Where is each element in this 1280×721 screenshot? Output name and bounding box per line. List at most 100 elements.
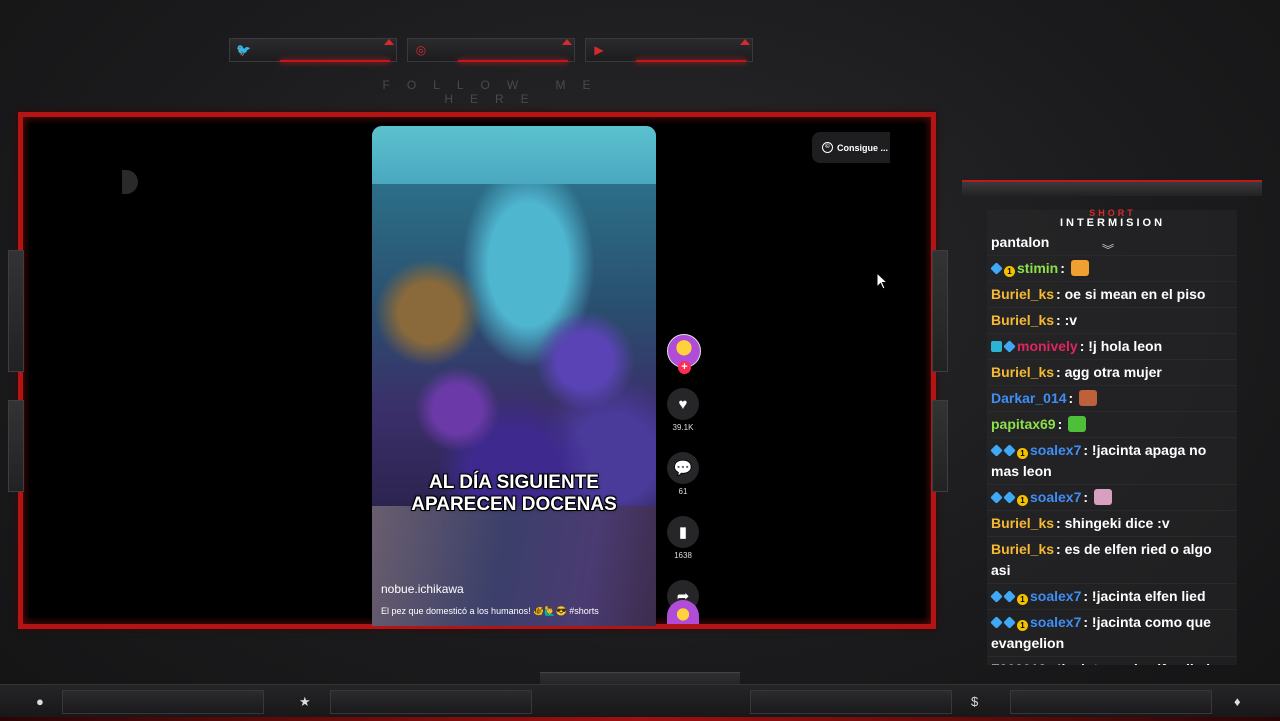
heart-icon[interactable]: ♥ bbox=[667, 388, 699, 420]
frame-side-decoration-left-2 bbox=[8, 400, 24, 492]
sound-avatar[interactable] bbox=[667, 600, 699, 624]
chat-username[interactable]: papitax69 bbox=[991, 416, 1056, 432]
chat-username[interactable]: F202013 bbox=[991, 661, 1046, 665]
dollar-icon[interactable]: $ bbox=[971, 694, 978, 709]
video-top-blur bbox=[372, 126, 656, 184]
blue-badge-icon bbox=[990, 616, 1003, 629]
consigue-button[interactable]: © Consigue ... bbox=[812, 132, 890, 163]
save-action[interactable]: ▮ 1638 bbox=[662, 516, 704, 560]
youtube-icon: ▶ bbox=[594, 43, 604, 57]
chat-text: : agg otra mujer bbox=[1056, 364, 1162, 380]
blue-badge-icon bbox=[1003, 491, 1016, 504]
chat-text: : :v bbox=[1056, 312, 1078, 328]
chat-message: Buriel_ks: :v bbox=[987, 308, 1237, 334]
follow-plus-icon[interactable]: + bbox=[678, 361, 691, 374]
chat-username[interactable]: soalex7 bbox=[1030, 442, 1081, 458]
chat-message: Buriel_ks: agg otra mujer bbox=[987, 360, 1237, 386]
chat-message-list: pantalon 1 stimin: Buriel_ks: oe si mean en… bbox=[987, 230, 1237, 665]
chat-username[interactable]: soalex7 bbox=[1030, 614, 1081, 630]
gold-badge-icon: 1 bbox=[1017, 594, 1028, 605]
chat-message: 1 soalex7: !jacinta apaga no mas leon bbox=[987, 438, 1237, 485]
blue-badge-icon bbox=[990, 590, 1003, 603]
youtube-link[interactable]: ▶ bbox=[585, 38, 753, 62]
frame-side-decoration-right-2 bbox=[932, 400, 948, 492]
chat-text: : bbox=[1060, 260, 1065, 276]
chat-username[interactable]: Buriel_ks bbox=[991, 286, 1054, 302]
underwater-scene bbox=[372, 184, 656, 506]
save-count: 1638 bbox=[674, 551, 692, 560]
corner-decoration bbox=[384, 39, 394, 45]
frame-side-decoration-left bbox=[8, 250, 24, 372]
chat-username[interactable]: Buriel_ks bbox=[991, 364, 1054, 380]
gold-badge-icon: 1 bbox=[1017, 495, 1028, 506]
chat-message: papitax69: bbox=[987, 412, 1237, 438]
consigue-label: Consigue ... bbox=[837, 142, 889, 153]
intermission-banner: SHORT INTERMISION bbox=[990, 208, 1235, 229]
chat-message: Darkar_014: bbox=[987, 386, 1237, 412]
channel-avatar[interactable]: + bbox=[667, 334, 701, 374]
chat-username[interactable]: soalex7 bbox=[1030, 489, 1081, 505]
prime-badge-icon bbox=[991, 341, 1002, 352]
video-caption: AL DÍA SIGUIENTE APARECEN DOCENAS bbox=[372, 472, 656, 516]
follow-me-text: FOLLOW ME HERE bbox=[382, 78, 608, 106]
mouse-cursor-icon bbox=[876, 272, 888, 290]
chevron-down-icon: ︾ bbox=[1102, 243, 1115, 257]
instagram-link[interactable]: ◎ bbox=[407, 38, 575, 62]
like-action[interactable]: ♥ 39.1K bbox=[662, 388, 704, 432]
user-icon[interactable]: ● bbox=[36, 694, 44, 709]
comment-icon[interactable]: 💬 bbox=[667, 452, 699, 484]
chat-text: : !j hola leon bbox=[1079, 338, 1163, 354]
bookmark-icon[interactable]: ▮ bbox=[667, 516, 699, 548]
blue-badge-icon bbox=[1003, 444, 1016, 457]
short-video[interactable]: AL DÍA SIGUIENTE APARECEN DOCENAS nobue.… bbox=[372, 126, 656, 626]
like-count: 39.1K bbox=[672, 423, 694, 432]
chat-message: 1 soalex7: !jacinta como que evangelion bbox=[987, 610, 1237, 657]
consigue-icon: © bbox=[822, 142, 833, 153]
bottom-panel-right bbox=[1010, 690, 1212, 714]
emote-icon bbox=[1068, 416, 1087, 432]
chat-message: F202013: !jacinta es de elfen lied bbox=[987, 657, 1237, 665]
blue-badge-icon bbox=[1003, 590, 1016, 603]
drop-icon[interactable]: ♦ bbox=[1234, 694, 1241, 709]
blue-badge-icon bbox=[990, 491, 1003, 504]
star-icon[interactable]: ★ bbox=[299, 694, 311, 710]
blue-badge-icon bbox=[990, 262, 1003, 275]
emote-icon bbox=[1070, 260, 1089, 276]
chat-panel[interactable]: pantalon 1 stimin: Buriel_ks: oe si mean en… bbox=[987, 210, 1237, 665]
chat-username[interactable]: monively bbox=[1017, 338, 1078, 354]
chat-message: Buriel_ks: shingeki dice :v bbox=[987, 511, 1237, 537]
chat-text: : !jacinta elfen lied bbox=[1083, 588, 1206, 604]
bottom-panel-mid-right bbox=[750, 690, 952, 714]
chat-username[interactable]: Darkar_014 bbox=[991, 390, 1067, 406]
twitter-icon: 🐦 bbox=[236, 43, 251, 57]
chat-text: : shingeki dice :v bbox=[1056, 515, 1170, 531]
chat-text: : !jacinta es de elfen lied bbox=[1048, 661, 1210, 665]
frame-side-decoration-right bbox=[932, 250, 948, 372]
emote-icon bbox=[1079, 390, 1098, 406]
chat-username[interactable]: Buriel_ks bbox=[991, 541, 1054, 557]
corner-decoration bbox=[740, 39, 750, 45]
chat-text: : bbox=[1083, 489, 1089, 505]
blue-badge-icon bbox=[1003, 616, 1016, 629]
chat-username[interactable]: Buriel_ks bbox=[991, 515, 1054, 531]
chat-username[interactable]: soalex7 bbox=[1030, 588, 1081, 604]
comment-action[interactable]: 💬 61 bbox=[662, 452, 704, 496]
chat-username[interactable]: Buriel_ks bbox=[991, 312, 1054, 328]
banner-big-text: INTERMISION bbox=[1059, 217, 1166, 229]
chat-message: 1 soalex7: bbox=[987, 485, 1237, 511]
twitter-link[interactable]: 🐦 bbox=[229, 38, 397, 62]
video-author[interactable]: nobue.ichikawa bbox=[381, 582, 464, 596]
chat-message: 1 stimin: bbox=[987, 256, 1237, 282]
blue-badge-icon bbox=[1003, 340, 1016, 353]
gold-badge-icon: 1 bbox=[1017, 448, 1028, 459]
chat-text: : oe si mean en el piso bbox=[1056, 286, 1206, 302]
accent-line bbox=[458, 60, 568, 62]
comment-count: 61 bbox=[678, 487, 688, 496]
chat-username[interactable]: stimin bbox=[1017, 260, 1058, 276]
chat-text: : bbox=[1057, 416, 1063, 432]
caption-line-1: AL DÍA SIGUIENTE bbox=[429, 472, 599, 493]
caption-line-2: APARECEN DOCENAS bbox=[411, 494, 617, 515]
bottom-accent bbox=[0, 717, 1280, 721]
blue-badge-icon bbox=[990, 444, 1003, 457]
accent-line bbox=[280, 60, 390, 62]
